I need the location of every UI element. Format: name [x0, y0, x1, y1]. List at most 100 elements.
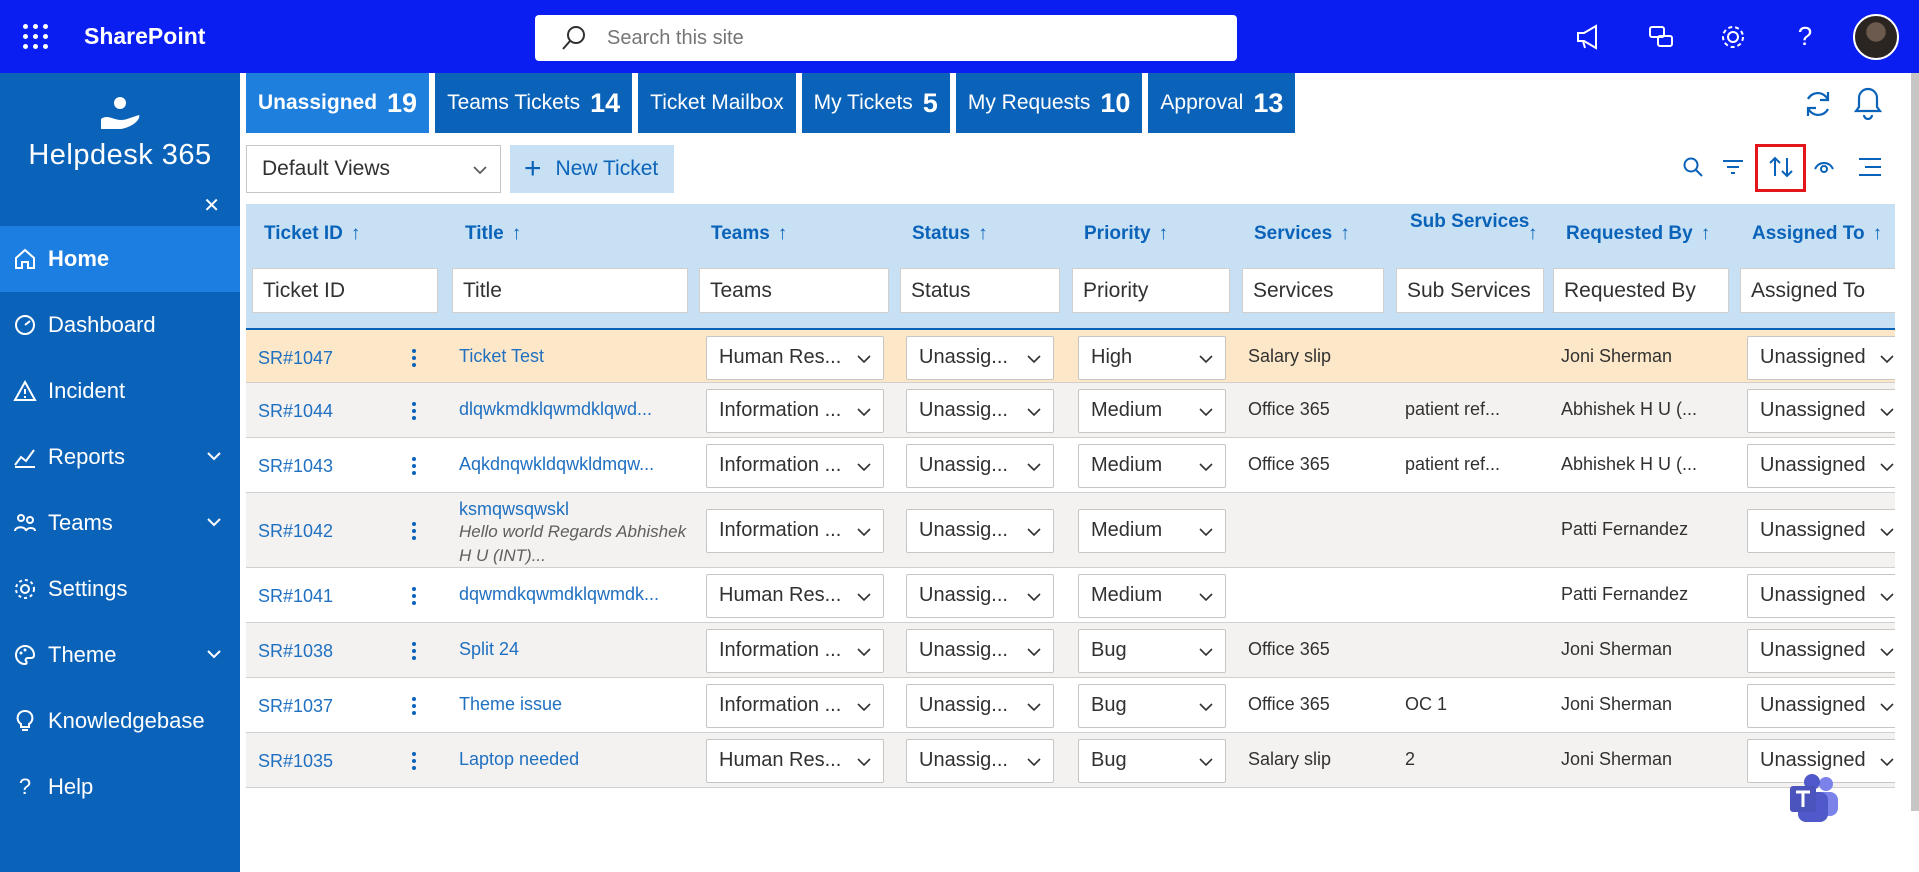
ticket-id-link[interactable]: SR#1035	[258, 751, 333, 772]
chevron-down-icon[interactable]	[204, 644, 224, 664]
status-dropdown[interactable]: Unassig...	[906, 628, 1054, 673]
ticket-title-link[interactable]: Theme issue	[459, 694, 689, 715]
table-row[interactable]: SR#1037 Theme issue Information ... Unas…	[246, 678, 1895, 733]
sort-arrow-icon[interactable]: ↑	[1340, 223, 1350, 244]
sort-arrow-icon[interactable]: ↑	[1528, 222, 1538, 246]
table-row[interactable]: SR#1042 ksmqwsqwskl Hello world Regards …	[246, 493, 1895, 568]
assigned-to-dropdown[interactable]: Unassigned	[1747, 335, 1895, 380]
team-dropdown[interactable]: Information ...	[706, 388, 884, 433]
sort-arrow-icon[interactable]: ↑	[512, 223, 522, 244]
notification-bell-icon[interactable]	[1852, 86, 1884, 120]
table-row[interactable]: SR#1035 Laptop needed Human Res... Unass…	[246, 733, 1895, 788]
team-dropdown[interactable]: Human Res...	[706, 335, 884, 380]
feedback-icon[interactable]	[1625, 0, 1697, 73]
column-header-requested-by[interactable]: Requested By ↑	[1566, 222, 1710, 246]
ticket-title-link[interactable]: dqwmdkqwmdklqwmdk...	[459, 584, 689, 605]
priority-dropdown[interactable]: Medium	[1078, 388, 1226, 433]
tab-my-requests[interactable]: My Requests 10	[955, 73, 1143, 133]
filter-sub-services[interactable]: Sub Services	[1396, 268, 1544, 313]
views-dropdown[interactable]: Default Views	[246, 145, 501, 193]
more-options-icon[interactable]	[412, 346, 418, 370]
priority-dropdown[interactable]: Bug	[1078, 683, 1226, 728]
column-header-assigned-to[interactable]: Assigned To ↑	[1752, 222, 1882, 246]
sort-arrow-icon[interactable]: ↑	[1701, 223, 1711, 244]
search-input[interactable]	[607, 26, 1167, 50]
sidebar-item-help[interactable]: ? Help	[0, 754, 240, 820]
tab-my-tickets[interactable]: My Tickets 5	[801, 73, 950, 133]
vertical-scrollbar[interactable]	[1911, 73, 1919, 811]
filter-assigned-to[interactable]: Assigned To	[1740, 268, 1895, 313]
table-row[interactable]: SR#1041 dqwmdkqwmdklqwmdk... Human Res..…	[246, 568, 1895, 623]
column-header-priority[interactable]: Priority ↑	[1084, 222, 1168, 246]
sidebar-item-knowledgebase[interactable]: Knowledgebase	[0, 688, 240, 754]
status-dropdown[interactable]: Unassig...	[906, 443, 1054, 488]
status-dropdown[interactable]: Unassig...	[906, 683, 1054, 728]
ticket-id-link[interactable]: SR#1047	[258, 348, 333, 369]
filter-icon[interactable]	[1716, 150, 1750, 184]
filter-title[interactable]: Title	[452, 268, 688, 313]
sort-arrow-icon[interactable]: ↑	[978, 223, 988, 244]
team-dropdown[interactable]: Information ...	[706, 628, 884, 673]
assigned-to-dropdown[interactable]: Unassigned	[1747, 388, 1895, 433]
team-dropdown[interactable]: Information ...	[706, 683, 884, 728]
sidebar-item-settings[interactable]: Settings	[0, 556, 240, 622]
sort-arrow-icon[interactable]: ↑	[1159, 223, 1169, 244]
priority-dropdown[interactable]: Medium	[1078, 443, 1226, 488]
teams-app-icon[interactable]	[1788, 772, 1842, 826]
team-dropdown[interactable]: Information ...	[706, 443, 884, 488]
column-header-services[interactable]: Services ↑	[1254, 222, 1350, 246]
sort-arrow-icon[interactable]: ↑	[1873, 223, 1883, 244]
sidebar-item-teams[interactable]: Teams	[0, 490, 240, 556]
chevron-down-icon[interactable]	[204, 446, 224, 466]
assigned-to-dropdown[interactable]: Unassigned	[1747, 573, 1895, 618]
ticket-title-link[interactable]: Laptop needed	[459, 749, 689, 770]
ticket-id-link[interactable]: SR#1042	[258, 521, 333, 542]
close-sidebar-icon[interactable]: ✕	[203, 193, 220, 218]
more-options-icon[interactable]	[412, 639, 418, 663]
priority-dropdown[interactable]: Bug	[1078, 628, 1226, 673]
more-options-icon[interactable]	[412, 399, 418, 423]
ticket-title-link[interactable]: dlqwkmdklqwmdklqwd...	[459, 399, 689, 420]
status-dropdown[interactable]: Unassig...	[906, 508, 1054, 553]
ticket-title-link[interactable]: Aqkdnqwkldqwkldmqw...	[459, 454, 689, 475]
sidebar-item-home[interactable]: Home	[0, 226, 240, 292]
gear-icon[interactable]	[1697, 0, 1769, 73]
tab-ticket-mailbox[interactable]: Ticket Mailbox	[638, 73, 796, 133]
sidebar-item-dashboard[interactable]: Dashboard	[0, 292, 240, 358]
ticket-title-link[interactable]: Split 24	[459, 639, 689, 660]
filter-ticket-id[interactable]: Ticket ID	[252, 268, 438, 313]
ticket-title-link[interactable]: Ticket Test	[459, 346, 689, 367]
eye-icon[interactable]	[1807, 150, 1841, 184]
sidebar-item-reports[interactable]: Reports	[0, 424, 240, 490]
table-row[interactable]: SR#1043 Aqkdnqwkldqwkldmqw... Informatio…	[246, 438, 1895, 493]
table-row[interactable]: SR#1038 Split 24 Information ... Unassig…	[246, 623, 1895, 678]
status-dropdown[interactable]: Unassig...	[906, 738, 1054, 783]
sort-arrow-icon[interactable]: ↑	[778, 223, 788, 244]
site-search[interactable]	[535, 15, 1237, 61]
search-icon[interactable]	[1676, 150, 1710, 184]
assigned-to-dropdown[interactable]: Unassigned	[1747, 683, 1895, 728]
more-options-icon[interactable]	[412, 519, 418, 543]
ticket-id-link[interactable]: SR#1044	[258, 401, 333, 422]
column-options-icon[interactable]	[1853, 150, 1887, 184]
refresh-icon[interactable]	[1802, 88, 1834, 120]
more-options-icon[interactable]	[412, 749, 418, 773]
new-ticket-button[interactable]: + New Ticket	[510, 145, 674, 193]
priority-dropdown[interactable]: High	[1078, 335, 1226, 380]
ticket-id-link[interactable]: SR#1043	[258, 456, 333, 477]
filter-requested-by[interactable]: Requested By	[1553, 268, 1729, 313]
column-header-title[interactable]: Title ↑	[465, 222, 521, 246]
help-icon[interactable]: ?	[1769, 0, 1841, 73]
more-options-icon[interactable]	[412, 694, 418, 718]
priority-dropdown[interactable]: Bug	[1078, 738, 1226, 783]
ticket-id-link[interactable]: SR#1037	[258, 696, 333, 717]
team-dropdown[interactable]: Information ...	[706, 508, 884, 553]
filter-priority[interactable]: Priority	[1072, 268, 1230, 313]
status-dropdown[interactable]: Unassig...	[906, 388, 1054, 433]
app-launcher-button[interactable]	[0, 0, 70, 73]
column-header-sub-services[interactable]: Sub Services ↑	[1410, 210, 1538, 244]
tab-teams-tickets[interactable]: Teams Tickets 14	[435, 73, 633, 133]
column-header-status[interactable]: Status ↑	[912, 222, 988, 246]
team-dropdown[interactable]: Human Res...	[706, 738, 884, 783]
team-dropdown[interactable]: Human Res...	[706, 573, 884, 618]
